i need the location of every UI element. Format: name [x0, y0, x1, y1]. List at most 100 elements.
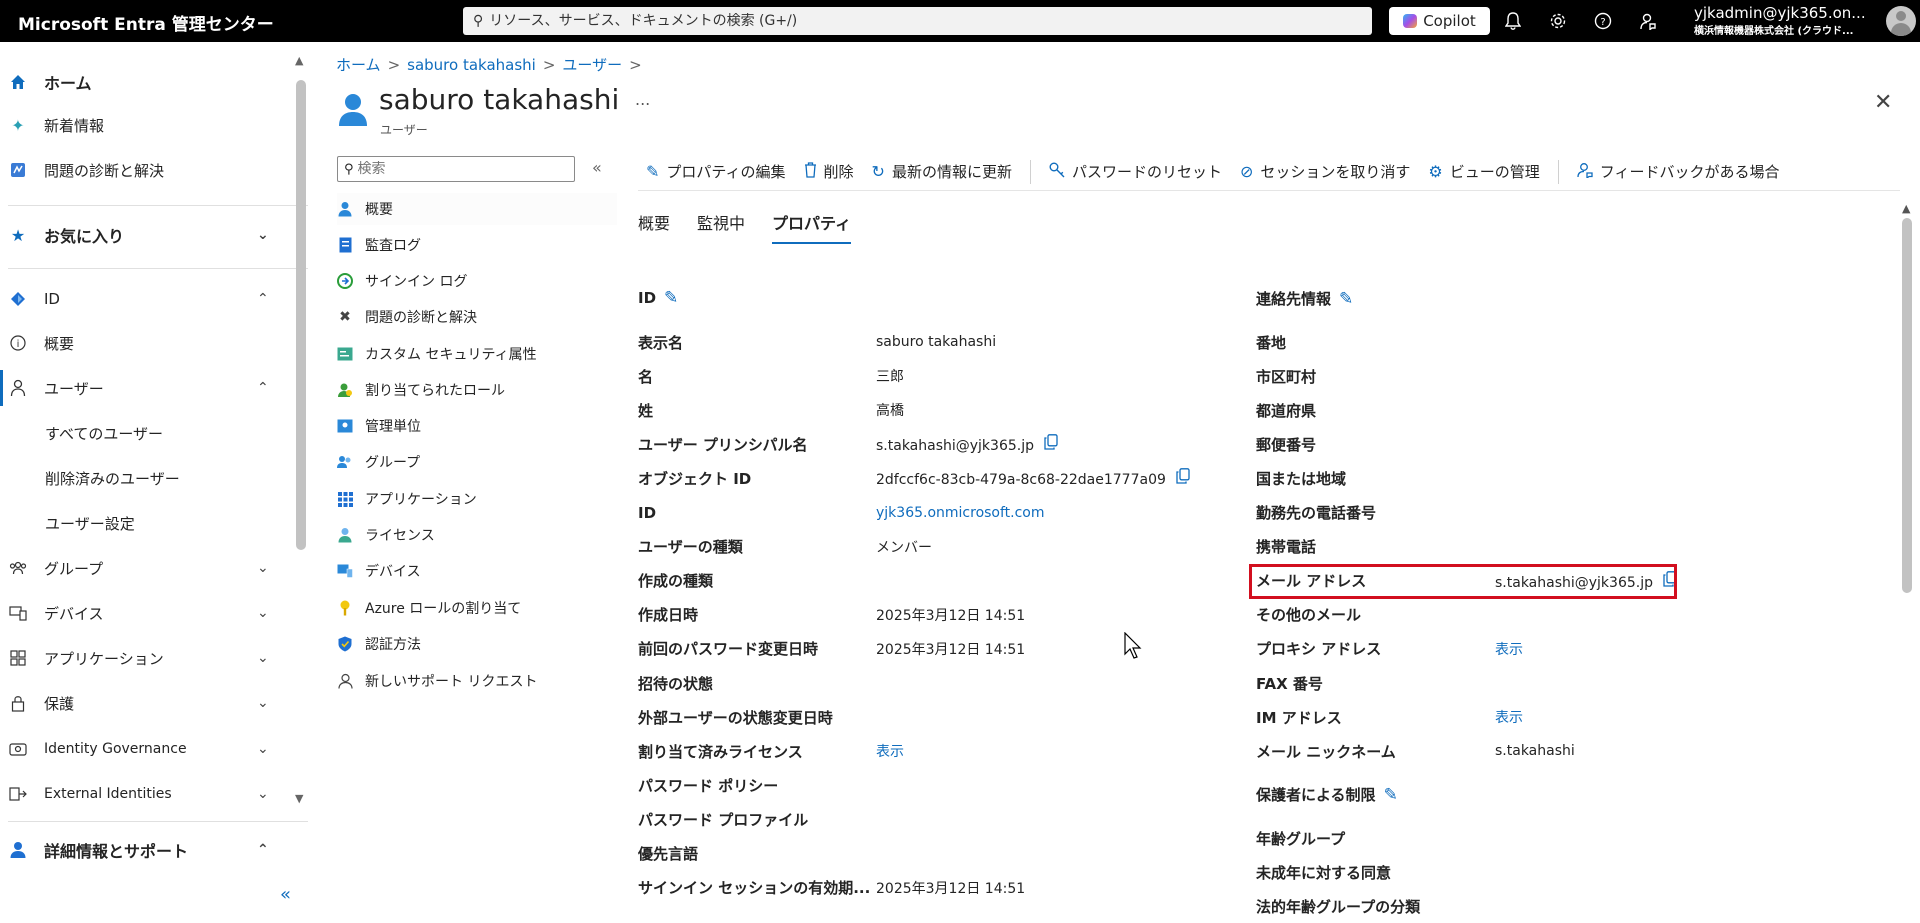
- nav-identity-governance[interactable]: Identity Governance ⌄: [0, 731, 285, 767]
- chevron-down-icon[interactable]: ⌄: [257, 605, 269, 621]
- property-link[interactable]: 表示: [876, 741, 904, 761]
- scroll-up-arrow[interactable]: ▲: [295, 54, 303, 67]
- menu-custom-security[interactable]: カスタム セキュリティ属性: [337, 338, 617, 370]
- property-label: 国または地域: [1256, 469, 1347, 488]
- close-icon[interactable]: ✕: [1874, 90, 1892, 115]
- collapse-nav-icon[interactable]: «: [280, 884, 291, 905]
- menu-devices[interactable]: デバイス: [337, 555, 617, 587]
- reset-password-button[interactable]: パスワードのリセット: [1049, 161, 1222, 182]
- nav-user-settings[interactable]: ユーザー設定: [0, 505, 285, 541]
- nav-devices[interactable]: デバイス ⌄: [0, 595, 285, 631]
- nav-users[interactable]: ユーザー ⌃: [0, 370, 285, 406]
- nav-overview[interactable]: i 概要: [0, 325, 285, 361]
- property-label: 作成の種類: [638, 572, 714, 591]
- property-link[interactable]: 表示: [1495, 707, 1523, 727]
- collapse-menu-icon[interactable]: «: [592, 158, 602, 177]
- resource-search-input[interactable]: [357, 161, 558, 177]
- gear-icon[interactable]: [1546, 9, 1570, 33]
- copy-icon[interactable]: [1176, 468, 1190, 488]
- scroll-down-arrow[interactable]: ▼: [295, 792, 303, 805]
- breadcrumb-home[interactable]: ホーム: [336, 56, 381, 74]
- global-search-input[interactable]: [489, 13, 1350, 29]
- manage-view-button[interactable]: ⚙ ビューの管理: [1428, 161, 1539, 182]
- tab-properties[interactable]: プロパティ: [772, 210, 852, 244]
- tab-overview[interactable]: 概要: [638, 210, 670, 244]
- menu-overview[interactable]: 概要: [337, 193, 617, 225]
- property-value-text[interactable]: 表示: [876, 744, 904, 760]
- menu-audit-logs[interactable]: 監査ログ: [337, 229, 617, 261]
- nav-external-identities[interactable]: External Identities ⌄: [0, 776, 285, 812]
- chevron-up-icon[interactable]: ⌃: [257, 291, 269, 307]
- property-label: 勤務先の電話番号: [1256, 504, 1377, 522]
- nav-favorites[interactable]: ★ お気に入り ⌄: [0, 217, 285, 253]
- menu-assigned-roles[interactable]: 割り当てられたロール: [337, 374, 617, 406]
- nav-home[interactable]: ホーム: [0, 64, 285, 100]
- breadcrumb-user[interactable]: saburo takahashi: [407, 56, 536, 74]
- chevron-down-icon[interactable]: ⌄: [257, 695, 269, 711]
- nav-diagnose[interactable]: 問題の診断と解決: [0, 152, 285, 188]
- identity-property-row: 作成日時 2025年3月12日 14:51: [638, 598, 1198, 632]
- copilot-button[interactable]: Copilot: [1389, 7, 1490, 35]
- tab-monitoring[interactable]: 監視中: [697, 210, 745, 244]
- property-label: パスワード プロファイル: [638, 810, 809, 829]
- feedback-icon[interactable]: [1636, 9, 1660, 33]
- menu-new-support-request[interactable]: 新しいサポート リクエスト: [337, 665, 617, 697]
- revoke-sessions-button[interactable]: ⊘ セッションを取り消す: [1240, 161, 1410, 182]
- bell-icon[interactable]: [1501, 9, 1525, 33]
- menu-applications[interactable]: アプリケーション: [337, 483, 617, 515]
- property-link[interactable]: 表示: [1495, 639, 1523, 659]
- nav-applications[interactable]: アプリケーション ⌄: [0, 640, 285, 676]
- edit-contact-pencil-icon[interactable]: ✎: [1339, 289, 1353, 309]
- chevron-up-icon[interactable]: ⌃: [257, 842, 269, 858]
- nav-groups[interactable]: グループ ⌄: [0, 550, 285, 586]
- breadcrumb-users[interactable]: ユーザー: [562, 56, 622, 74]
- help-icon[interactable]: ?: [1591, 9, 1615, 33]
- menu-admin-units[interactable]: 管理単位: [337, 410, 617, 442]
- more-options-icon[interactable]: ...: [635, 90, 650, 109]
- left-nav-scrollbar[interactable]: [296, 80, 306, 550]
- person-icon: [337, 201, 353, 217]
- resource-search[interactable]: ⚲: [337, 156, 575, 182]
- main-scrollbar[interactable]: [1902, 218, 1912, 593]
- copy-icon[interactable]: [1044, 434, 1058, 454]
- apps-icon: [8, 648, 28, 668]
- main-scroll-up-arrow[interactable]: ▲: [1902, 202, 1910, 215]
- nav-deleted-users[interactable]: 削除済みのユーザー: [0, 460, 285, 496]
- menu-azure-roles[interactable]: Azure ロールの割り当て: [337, 592, 617, 624]
- chevron-up-icon[interactable]: ⌃: [257, 380, 269, 396]
- global-search[interactable]: ⚲: [463, 7, 1372, 35]
- nav-identity[interactable]: ID ⌃: [0, 281, 285, 317]
- property-link[interactable]: yjk365.onmicrosoft.com: [876, 505, 1045, 521]
- property-label: 姓: [638, 401, 654, 420]
- delete-button[interactable]: 削除: [804, 161, 854, 182]
- menu-auth-methods[interactable]: 認証方法: [337, 628, 617, 660]
- property-value-text[interactable]: yjk365.onmicrosoft.com: [876, 505, 1045, 521]
- property-value-text[interactable]: 表示: [1495, 642, 1523, 658]
- feedback-button[interactable]: フィードバックがある場合: [1577, 161, 1779, 182]
- chevron-down-icon[interactable]: ⌄: [257, 650, 269, 666]
- avatar[interactable]: [1886, 6, 1916, 36]
- identity-property-row: サインイン セッションの有効期... 2025年3月12日 14:51: [638, 871, 1198, 905]
- nav-whats-new[interactable]: ✦ 新着情報: [0, 107, 285, 143]
- account-info[interactable]: yjkadmin@yjk365.on... 横浜情報機器株式会社 (クラウド..…: [1694, 4, 1884, 37]
- info-icon: i: [8, 333, 28, 353]
- menu-groups[interactable]: グループ: [337, 446, 617, 478]
- chevron-down-icon[interactable]: ⌄: [257, 560, 269, 576]
- menu-diagnose[interactable]: ✖ 問題の診断と解決: [337, 301, 617, 333]
- nav-learn-support[interactable]: 詳細情報とサポート ⌃: [0, 832, 285, 868]
- menu-signin-logs[interactable]: サインイン ログ: [337, 265, 617, 297]
- portal-brand[interactable]: Microsoft Entra 管理センター: [18, 10, 274, 35]
- nav-protection[interactable]: 保護 ⌄: [0, 685, 285, 721]
- edit-guardian-pencil-icon[interactable]: ✎: [1384, 785, 1398, 805]
- property-value-text[interactable]: 表示: [1495, 710, 1523, 726]
- chevron-down-icon[interactable]: ⌄: [257, 741, 269, 757]
- menu-licenses[interactable]: ライセンス: [337, 519, 617, 551]
- edit-identity-pencil-icon[interactable]: ✎: [664, 288, 678, 308]
- identity-property-row: 外部ユーザーの状態変更日時: [638, 700, 1198, 734]
- nav-all-users[interactable]: すべてのユーザー: [0, 415, 285, 451]
- refresh-button[interactable]: ↻ 最新の情報に更新: [872, 161, 1012, 182]
- chevron-down-icon[interactable]: ⌄: [257, 786, 269, 802]
- chevron-down-icon[interactable]: ⌄: [257, 227, 269, 243]
- edit-properties-button[interactable]: ✎ プロパティの編集: [646, 161, 786, 182]
- identity-property-row: ユーザーの種類 メンバー: [638, 530, 1198, 564]
